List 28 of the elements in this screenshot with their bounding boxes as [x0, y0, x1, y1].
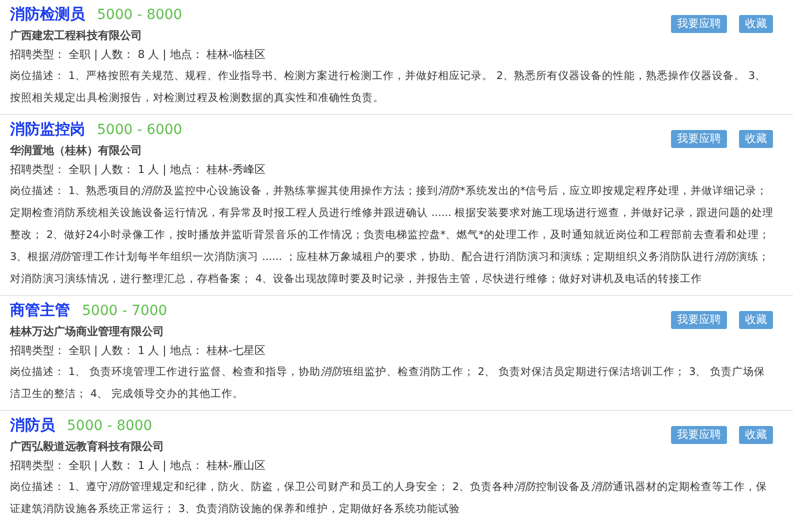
company-name: 广西建宏工程科技有限公司 — [10, 28, 143, 44]
salary-range: 5000 - 7000 — [82, 302, 168, 321]
job-info: 招聘类型： 全职 | 人数： 1 人 | 地点： 桂林-雁山区 — [10, 458, 266, 474]
favorite-button[interactable]: 收藏 — [739, 15, 773, 33]
favorite-button[interactable]: 收藏 — [739, 311, 773, 329]
salary-range: 5000 - 6000 — [97, 121, 182, 140]
job-info: 招聘类型： 全职 | 人数： 1 人 | 地点： 桂林-秀峰区 — [10, 162, 266, 178]
job-title[interactable]: 商管主管 — [10, 299, 70, 322]
company-name: 华润置地（桂林）有限公司 — [10, 143, 143, 159]
apply-button[interactable]: 我要应聘 — [671, 15, 727, 33]
apply-button[interactable]: 我要应聘 — [671, 130, 727, 148]
apply-button[interactable]: 我要应聘 — [671, 426, 727, 444]
favorite-button[interactable]: 收藏 — [739, 426, 773, 444]
job-title[interactable]: 消防监控岗 — [10, 118, 85, 140]
company-name: 广西弘毅道远教育科技有限公司 — [10, 439, 164, 455]
favorite-button[interactable]: 收藏 — [739, 130, 773, 148]
company-name: 桂林万达广场商业管理有限公司 — [10, 324, 165, 340]
job-description: 岗位描述： 1、熟悉项目的消防及监控中心设施设备，并熟练掌握其使用操作方法；接到消防*系统发出的*信号后，应立即按规定程序处理，并做详细记录；定期检查消防系统相关设施设备运行情况，有异常及时报工程人员进行维修并跟进确认 ...... 根据安装要求对施工现场进行巡查，并做好记录，跟进问题的处理整改； 2、做好24小时录像工作，按时播放并监听背景音乐的工作情况；负责电梯监控盘*、燃气*的处理工作，及时通知就近岗位和工程部前去查看和处理； 3、根据消防管理工作计划每半年组织一次消防演习 ...... ；应桂林万象城租户的要求，协助、配合进行消防演习和演练；定期组织义务消防队进行消防演练；对消防演习演练情况，进行整理汇总，存档备案； 4、设备出现故障时要及时记录，并报告主管，尽快进行维修；做好对讲机及电话的转接工作 — [10, 184, 775, 287]
job-description: 岗位描述： 1、 负责环境管理工作进行监督、检查和指导，协助消防班组监护、检查消防工作； 2、 负责对保洁员定期进行保洁培训工作； 3、 负责广场保洁卫生的整洁； 4、 完成领导交办的其他工作。 — [10, 365, 766, 402]
salary-range: 5000 - 8000 — [97, 6, 182, 25]
salary-range: 5000 - 8000 — [67, 417, 152, 436]
job-description: 岗位描述： 1、严格按照有关规范、规程、作业指导书、检测方案进行检测工作，并做好相应记录。 2、熟悉所有仪器设备的性能，熟悉操作仪器设备。 3、按照相关规定出具检测报告，对检测过程及检测数据的真实性和准确性负责。 — [10, 69, 768, 106]
apply-button[interactable]: 我要应聘 — [671, 311, 727, 329]
job-info: 招聘类型： 全职 | 人数： 1 人 | 地点： 桂林-七星区 — [10, 343, 266, 359]
job-title[interactable]: 消防员 — [10, 414, 55, 436]
job-description: 岗位描述： 1、遵守消防管理规定和纪律，防火、防盗，保卫公司财产和员工的人身安全； 2、负责各种消防控制设备及消防通讯器材的定期检查等工作，保证建筑消防设施各系统正常运行； 3、负责消防设施的保养和维护，定期做好各系统功能试验 — [10, 480, 768, 517]
job-info: 招聘类型： 全职 | 人数： 8 人 | 地点： 桂林-临桂区 — [10, 47, 266, 63]
job-title[interactable]: 消防检测员 — [10, 3, 85, 26]
